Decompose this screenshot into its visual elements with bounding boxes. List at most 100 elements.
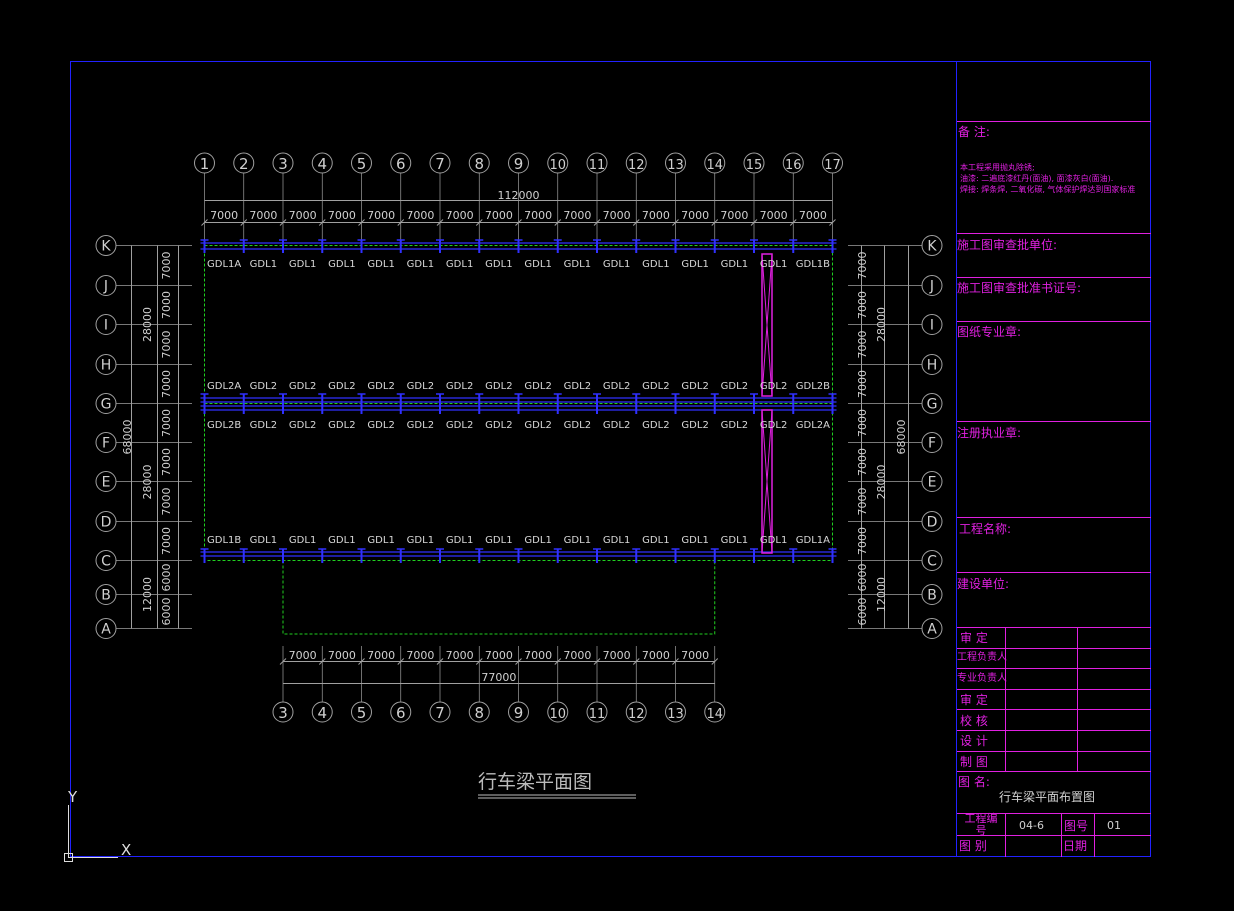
beam-label: GDL1	[524, 535, 551, 546]
lower-dim-total-text: 77000	[481, 671, 516, 684]
vdim-spacing-left-text: 7000	[160, 409, 173, 437]
row-label-right-E: E	[928, 475, 937, 491]
beam-label: GDL2	[407, 381, 434, 392]
vdim-spacing-right-text: 6000	[856, 564, 869, 592]
lower-dim-bay-text: 7000	[289, 649, 317, 662]
beam-label: GDL2A	[207, 381, 241, 392]
drawing-title: 行车梁平面图	[478, 771, 592, 793]
column-label-12: 12	[628, 158, 645, 173]
dim-bay-text: 7000	[485, 209, 513, 222]
beam-label: GDL2	[721, 420, 748, 431]
lower-column-label-9: 9	[514, 704, 524, 722]
drawing-name-label: 图 名:	[958, 775, 990, 789]
beam-label: GDL2	[524, 381, 551, 392]
ucs-icon: Y X	[64, 788, 131, 862]
beam-label: GDL1	[289, 535, 316, 546]
beam-label: GDL2	[485, 381, 512, 392]
vdim-spacing-right-text: 7000	[856, 370, 869, 398]
dim-bay-text: 7000	[642, 209, 670, 222]
vdim-spacing-left-text: 7000	[160, 488, 173, 516]
vdim-spacing-right-text: 7000	[856, 291, 869, 319]
beam-label: GDL1A	[796, 535, 830, 546]
beam-lines	[200, 239, 837, 635]
vdim-spacing-left-text: 7000	[160, 527, 173, 555]
draw-label: 制 图	[960, 755, 988, 769]
review-label: 审 定	[960, 693, 988, 707]
vdim-total-left-text: 68000	[121, 420, 134, 455]
column-label-7: 7	[435, 155, 445, 173]
beam-label: GDL2	[367, 381, 394, 392]
beam-label: GDL2	[250, 420, 277, 431]
beam-label: GDL1B	[796, 259, 830, 270]
beam-label: GDL2	[485, 420, 512, 431]
lower-dim-bay-text: 7000	[485, 649, 513, 662]
beam-label: GDL1	[603, 259, 630, 270]
row-label-right-A: A	[927, 622, 937, 638]
beam-label: GDL1	[642, 259, 669, 270]
vdim-spacing-left-text: 7000	[160, 448, 173, 476]
major-seal-label: 图纸专业章:	[957, 325, 1022, 339]
beam-label: GDL1	[564, 259, 591, 270]
dim-bay-text: 7000	[760, 209, 788, 222]
row-label-right-B: B	[927, 588, 937, 604]
beam-label: GDL1A	[207, 259, 241, 270]
beam-label: GDL1	[681, 535, 708, 546]
beam-label: GDL1	[760, 535, 787, 546]
beam-label: GDL1	[328, 259, 355, 270]
beam-label: GDL1	[367, 535, 394, 546]
beam-label: GDL2	[642, 381, 669, 392]
row-label-left-D: D	[101, 515, 112, 531]
vdim-spacing-left-text: 7000	[160, 291, 173, 319]
row-label-right-C: C	[927, 554, 937, 570]
discipline-lead-label: 专业负责人	[957, 673, 1007, 684]
row-label-right-J: J	[929, 279, 934, 295]
beam-label: GDL1	[250, 259, 277, 270]
review-unit-label: 施工图审查批单位:	[957, 238, 1058, 252]
row-label-right-K: K	[927, 239, 937, 255]
beam-label: GDL2	[407, 420, 434, 431]
grid-bubbles: 1 2 3 4 5 6 7 8 9 10 11 12 13 14 15 16 173 4 5 6 7 8 9 10 11 12 13…	[95, 152, 943, 723]
beam-label: GDL2	[681, 420, 708, 431]
design-label: 设 计	[960, 734, 988, 748]
vdim-total-right-text: 68000	[895, 420, 908, 455]
column-label-9: 9	[514, 155, 524, 173]
lower-column-label-11: 11	[589, 707, 606, 722]
beam-label: GDL2	[642, 420, 669, 431]
lower-dim-bay-text: 7000	[328, 649, 356, 662]
column-label-2: 2	[239, 155, 249, 173]
dim-bay-text: 7000	[406, 209, 434, 222]
lower-column-label-4: 4	[317, 704, 327, 722]
lower-column-label-3: 3	[278, 704, 288, 722]
row-label-left-F: F	[102, 436, 110, 452]
beam-label: GDL1	[485, 535, 512, 546]
row-label-left-I: I	[104, 318, 108, 334]
vdim-spacing-left-text: 6000	[160, 564, 173, 592]
drawing-no-label: 图号	[1064, 819, 1089, 833]
lower-dim-bay-text: 7000	[524, 649, 552, 662]
row-label-left-K: K	[101, 239, 111, 255]
lower-dim-bay-text: 7000	[406, 649, 434, 662]
row-label-right-G: G	[927, 397, 938, 413]
dim-bay-text: 7000	[563, 209, 591, 222]
vdim-group-right-text: 28000	[875, 307, 888, 342]
lower-column-label-13: 13	[667, 707, 684, 722]
beam-label: GDL2	[564, 381, 591, 392]
drawing-no-value: 01	[1107, 819, 1121, 832]
dim-bay-text: 7000	[446, 209, 474, 222]
row-label-left-J: J	[103, 279, 108, 295]
project-name-label: 工程名称:	[959, 522, 1012, 536]
beam-label: GDL1	[328, 535, 355, 546]
dim-bay-text: 7000	[210, 209, 238, 222]
dim-bay-text: 7000	[720, 209, 748, 222]
lower-column-label-10: 10	[549, 707, 566, 722]
row-label-left-H: H	[101, 358, 112, 374]
row-label-left-B: B	[101, 588, 111, 604]
beam-label: GDL1	[721, 259, 748, 270]
vdim-spacing-left-text: 7000	[160, 252, 173, 280]
client-label: 建设单位:	[957, 577, 1010, 591]
beam-label: GDL1	[407, 535, 434, 546]
column-label-13: 13	[667, 158, 684, 173]
vdim-spacing-right-text: 6000	[856, 598, 869, 626]
beam-label: GDL1	[681, 259, 708, 270]
lower-dim-bay-text: 7000	[603, 649, 631, 662]
